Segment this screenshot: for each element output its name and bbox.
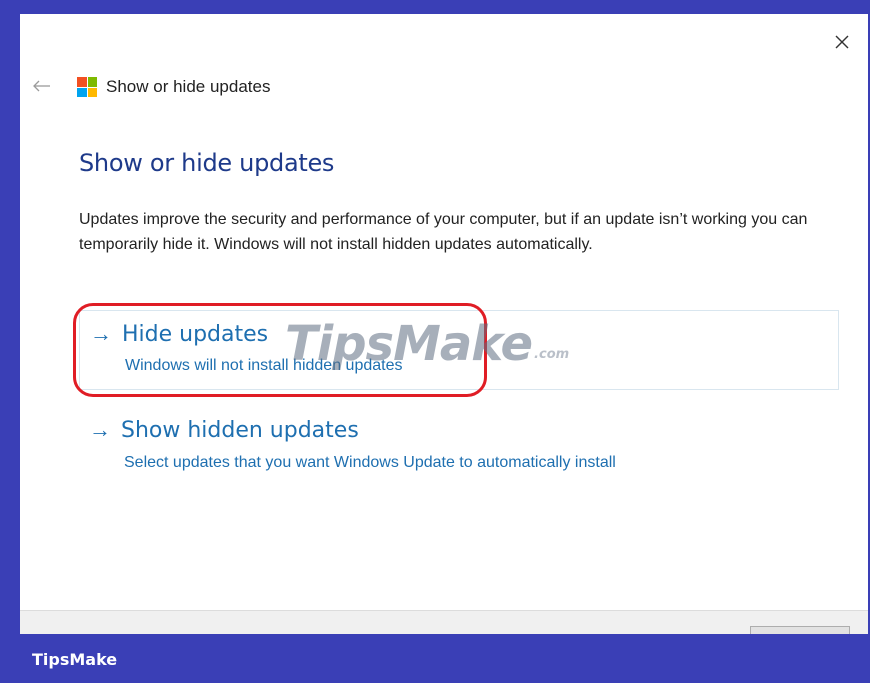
show-hidden-updates-link[interactable]: → Show hidden updates (89, 417, 359, 443)
brand-bar: TipsMake (0, 634, 870, 683)
arrow-right-icon: → (90, 321, 112, 346)
top-frame (0, 0, 870, 14)
back-arrow-icon (33, 80, 50, 92)
hide-updates-link[interactable]: → Hide updates (90, 321, 268, 347)
hide-updates-option[interactable]: → Hide updates Windows will not install … (79, 310, 839, 390)
page-description: Updates improve the security and perform… (79, 211, 808, 253)
show-hidden-updates-label: Show hidden updates (121, 417, 359, 443)
window-title: Show or hide updates (106, 77, 271, 96)
back-button[interactable] (30, 76, 54, 96)
dialog-footer (20, 610, 868, 634)
troubleshooter-dialog: Show or hide updates Show or hide update… (20, 14, 868, 634)
window-title-bar: Show or hide updates (77, 76, 270, 98)
windows-logo-icon (77, 77, 97, 97)
page-title: Show or hide updates (79, 149, 335, 177)
close-button[interactable] (828, 28, 856, 56)
close-icon (835, 35, 849, 49)
arrow-right-icon: → (89, 417, 111, 442)
show-hidden-updates-description: Select updates that you want Windows Upd… (124, 454, 616, 471)
hide-updates-description: Windows will not install hidden updates (125, 357, 403, 374)
show-hidden-updates-option[interactable]: → Show hidden updates Select updates tha… (79, 417, 839, 477)
cancel-button[interactable]: Cancel (750, 626, 850, 634)
brand-label: TipsMake (32, 650, 118, 669)
hide-updates-label: Hide updates (122, 321, 269, 347)
